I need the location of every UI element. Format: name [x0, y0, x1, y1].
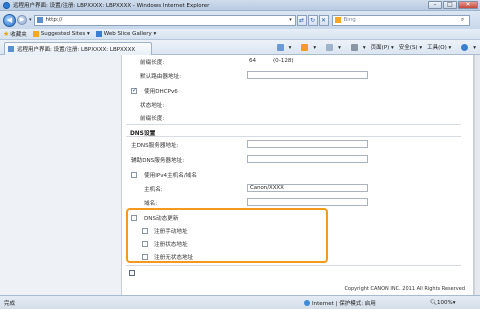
security-zone[interactable]: Internet | 保护模式: 启用 — [304, 299, 376, 307]
print-icon — [350, 43, 358, 51]
status-bar: 完成 Internet | 保护模式: 启用 🔍︎ 100% ▾ — [0, 295, 480, 309]
register-manual-label: 注册手动地址 — [154, 229, 188, 235]
compatibility-view-button[interactable]: ⇄ — [296, 14, 307, 26]
page-content: 前缀长度: 64 (0-128) 默认路由器地址: 使用DHCPv6 状态地址:… — [0, 55, 480, 295]
zoom-level: 100% — [436, 299, 453, 306]
domain-name-label: 域名: — [144, 201, 158, 207]
register-stateful-label: 注册无状态地址 — [154, 255, 194, 261]
use-dhcpv6-label: 使用DHCPv6 — [144, 89, 178, 95]
search-icon[interactable]: ⌕ — [457, 16, 469, 24]
section-divider — [126, 265, 461, 266]
register-stateless-label: 注册状态地址 — [154, 242, 188, 248]
prefix-length-value: 64 — [249, 58, 257, 64]
globe-icon — [304, 299, 310, 306]
tab-label: 远程用户界面: 设置/注册: LBPXXXX: LBPXXXX — [17, 47, 136, 53]
favorites-label: 收藏夹 — [10, 32, 27, 38]
zoom-dropdown-icon[interactable]: ▾ — [453, 300, 456, 306]
search-box[interactable]: Bing ⌕ — [331, 14, 470, 26]
secondary-dns-input[interactable] — [247, 155, 368, 163]
star-icon: ★ — [3, 30, 10, 38]
search-input[interactable]: Bing — [344, 17, 457, 23]
prefix-length-range: (0-128) — [273, 58, 294, 64]
tab-remote-ui[interactable]: 远程用户界面: 设置/注册: LBPXXXX: LBPXXXX — [4, 42, 152, 55]
web-slice-icon — [95, 31, 102, 37]
window-controls: – □ ✕ — [428, 1, 478, 9]
refresh-button[interactable]: ↻ — [307, 14, 318, 26]
address-url[interactable]: http:// — [46, 17, 287, 23]
dns-dynamic-update-label: DNS动态更新 — [144, 216, 179, 222]
primary-dns-input[interactable] — [247, 140, 368, 148]
feeds-button[interactable]: ▾ — [296, 43, 316, 51]
web-slice-gallery-link[interactable]: Web Slice Gallery ▾ — [95, 31, 157, 37]
favorites-bar: ★ 收藏夹 Suggested Sites ▾ Web Slice Galler… — [0, 29, 480, 40]
zoom-control[interactable]: 🔍︎ 100% ▾ — [430, 300, 455, 306]
back-button[interactable]: ◀ — [3, 13, 16, 27]
feeds-icon — [301, 43, 309, 51]
address-dropdown-icon[interactable]: ▾ — [287, 17, 295, 23]
primary-dns-label: 主DNS服务器地址: — [131, 143, 179, 149]
register-stateful-checkbox[interactable] — [142, 254, 148, 260]
domain-name-input[interactable] — [247, 198, 368, 206]
register-manual-checkbox[interactable] — [142, 228, 148, 234]
forward-button[interactable]: ▶ — [17, 15, 27, 25]
page-icon — [36, 17, 43, 23]
favorites-button[interactable]: ★ 收藏夹 — [3, 30, 27, 38]
host-name-label: 主机名: — [144, 187, 163, 193]
copyright-text: Copyright CANON INC. 2011 All Rights Res… — [344, 286, 465, 292]
secondary-dns-label: 辅助DNS服务器地址: — [131, 158, 185, 164]
status-text: 完成 — [4, 300, 16, 307]
tools-menu[interactable]: 工具(O) ▾ — [427, 43, 451, 51]
use-dhcpv6-checkbox[interactable] — [131, 87, 137, 94]
safety-menu[interactable]: 安全(S) ▾ — [399, 43, 422, 51]
mail-icon — [326, 43, 334, 51]
default-router-input[interactable] — [247, 71, 368, 79]
prefix-length-label: 前缀长度: — [140, 60, 165, 66]
internet-explorer-icon — [3, 1, 10, 9]
tab-page-icon — [8, 46, 14, 52]
print-button[interactable]: ▾ — [346, 43, 366, 51]
address-row: ◀ ▶ ▾ http:// ▾ ⇄ ↻ ✕ Bing ⌕ — [0, 11, 480, 29]
stateful-address-label: 状态地址: — [140, 103, 165, 109]
use-ipv4-host-checkbox[interactable] — [131, 172, 137, 178]
use-ipv4-host-label: 使用IPv4主机名/域名 — [144, 173, 197, 179]
tab-row: 远程用户界面: 设置/注册: LBPXXXX: LBPXXXX ▾ ▾ ▾ ▾ … — [0, 40, 480, 55]
section-divider — [126, 136, 461, 137]
mail-button[interactable]: ▾ — [321, 43, 341, 51]
stop-button[interactable]: ✕ — [318, 14, 329, 26]
suggested-sites-label: Suggested Sites ▾ — [40, 31, 90, 37]
zoom-icon: 🔍︎ — [430, 299, 437, 306]
help-button[interactable]: ▾ — [456, 43, 476, 51]
close-button[interactable]: ✕ — [458, 1, 478, 9]
left-navigation-area — [0, 55, 120, 295]
home-button[interactable]: ▾ — [272, 43, 291, 51]
suggested-sites-icon — [32, 31, 39, 37]
stateful-prefix-label: 前缀长度: — [140, 116, 165, 122]
dns-dynamic-update-checkbox[interactable] — [131, 215, 137, 221]
register-stateless-checkbox[interactable] — [142, 241, 148, 247]
bing-icon — [334, 17, 341, 23]
maximize-button[interactable]: □ — [443, 1, 457, 9]
back-to-top-icon[interactable] — [129, 270, 135, 276]
suggested-sites-link[interactable]: Suggested Sites ▾ — [32, 31, 90, 37]
vertical-scrollbar[interactable] — [474, 55, 480, 295]
page-menu[interactable]: 页面(P) ▾ — [371, 43, 394, 51]
section-divider — [126, 124, 461, 125]
host-name-input[interactable]: Canon/XXXX — [247, 184, 368, 192]
web-slice-gallery-label: Web Slice Gallery ▾ — [103, 31, 157, 37]
home-icon — [276, 43, 284, 51]
minimize-button[interactable]: – — [428, 1, 442, 9]
command-bar: ▾ ▾ ▾ ▾ 页面(P) ▾ 安全(S) ▾ 工具(O) ▾ ▾ — [267, 43, 476, 51]
default-router-label: 默认路由器地址: — [140, 74, 182, 80]
settings-panel: 前缀长度: 64 (0-128) 默认路由器地址: 使用DHCPv6 状态地址:… — [121, 55, 474, 295]
security-zone-label: Internet | 保护模式: 启用 — [312, 300, 376, 307]
window-title: 远程用户界面: 设置/注册: LBPXXXX: LBPXXXX - Window… — [13, 3, 210, 9]
help-icon — [461, 43, 469, 51]
address-bar[interactable]: http:// ▾ — [33, 14, 296, 26]
window-titlebar: 远程用户界面: 设置/注册: LBPXXXX: LBPXXXX - Window… — [0, 0, 480, 11]
recent-pages-dropdown[interactable]: ▾ — [29, 17, 32, 23]
